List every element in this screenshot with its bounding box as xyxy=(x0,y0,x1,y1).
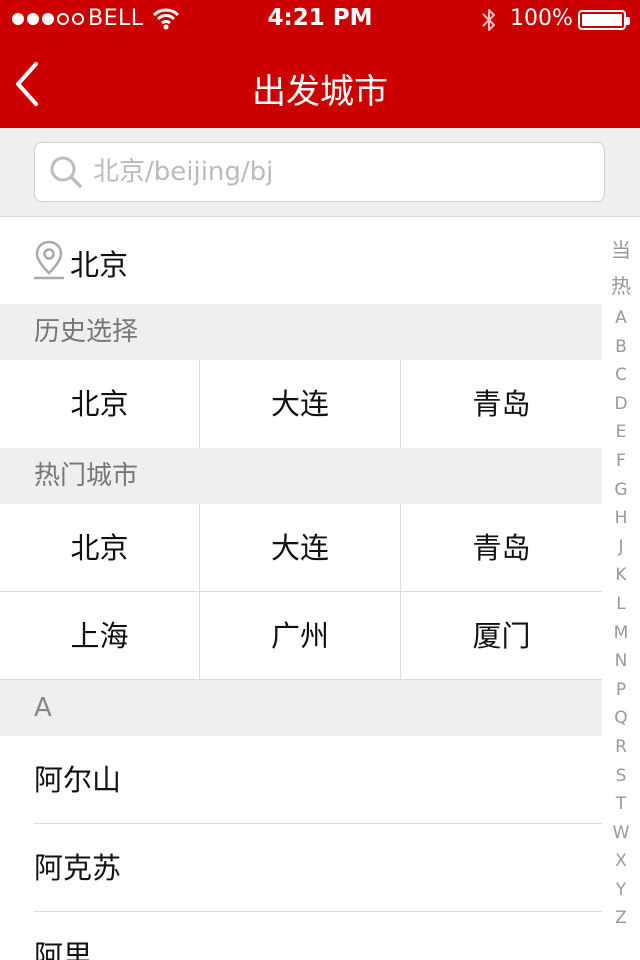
index-item[interactable]: T xyxy=(602,790,640,819)
history-city[interactable]: 青岛 xyxy=(401,360,602,448)
header: BELL 4:21 PM 100% 出发城市 xyxy=(0,0,640,128)
index-item[interactable]: C xyxy=(602,361,640,390)
history-section-title: 历史选择 xyxy=(0,304,602,360)
battery-icon xyxy=(578,10,630,30)
hot-city[interactable]: 北京 xyxy=(0,504,200,592)
section-letter-a: A xyxy=(0,680,602,736)
battery-percentage: 100% xyxy=(510,6,573,31)
location-pin-icon xyxy=(32,238,66,284)
current-city-label: 北京 xyxy=(70,248,129,282)
search-box[interactable] xyxy=(34,142,605,202)
hot-city[interactable]: 青岛 xyxy=(401,504,602,592)
alphabet-index-bar[interactable]: 当 热 A B C D E F G H J K L M N P Q R S T … xyxy=(602,232,640,942)
index-item[interactable]: B xyxy=(602,333,640,362)
hot-city[interactable]: 广州 xyxy=(200,592,401,680)
index-item[interactable]: Q xyxy=(602,704,640,733)
index-item[interactable]: W xyxy=(602,819,640,848)
hot-city[interactable]: 厦门 xyxy=(401,592,602,680)
city-list-item[interactable]: 阿尔山 xyxy=(0,736,602,824)
current-location-row[interactable]: 北京 xyxy=(0,218,602,304)
index-item[interactable]: G xyxy=(602,476,640,505)
index-item[interactable]: M xyxy=(602,619,640,648)
navigation-bar: 出发城市 xyxy=(0,40,640,128)
index-item[interactable]: D xyxy=(602,390,640,419)
index-item[interactable]: Y xyxy=(602,876,640,905)
city-list[interactable]: 北京 历史选择 北京 大连 青岛 热门城市 北京 大连 青岛 上海 广州 厦门 … xyxy=(0,218,602,960)
index-item[interactable]: Z xyxy=(602,904,640,933)
status-bar: BELL 4:21 PM 100% xyxy=(0,0,640,40)
city-list-item[interactable]: 阿克苏 xyxy=(0,824,602,912)
search-icon xyxy=(49,155,83,193)
history-city-grid: 北京 大连 青岛 xyxy=(0,360,602,448)
search-input[interactable] xyxy=(93,153,593,191)
index-item[interactable]: F xyxy=(602,447,640,476)
index-item[interactable]: P xyxy=(602,676,640,705)
index-item[interactable]: J xyxy=(602,533,640,562)
hot-city-grid: 北京 大连 青岛 上海 广州 厦门 xyxy=(0,504,602,680)
hot-section-title: 热门城市 xyxy=(0,448,602,504)
index-item[interactable]: X xyxy=(602,847,640,876)
history-city[interactable]: 北京 xyxy=(0,360,200,448)
index-item[interactable]: S xyxy=(602,762,640,791)
history-city[interactable]: 大连 xyxy=(200,360,401,448)
index-item[interactable]: R xyxy=(602,733,640,762)
index-item[interactable]: L xyxy=(602,590,640,619)
page-title: 出发城市 xyxy=(252,72,388,112)
index-item[interactable]: E xyxy=(602,418,640,447)
bluetooth-icon xyxy=(480,6,498,38)
index-item[interactable]: 当 xyxy=(602,232,640,268)
city-list-item[interactable]: 阿里 xyxy=(0,912,602,960)
index-item[interactable]: H xyxy=(602,504,640,533)
hot-city[interactable]: 大连 xyxy=(200,504,401,592)
search-area xyxy=(0,128,640,217)
index-item[interactable]: K xyxy=(602,561,640,590)
index-item[interactable]: A xyxy=(602,304,640,333)
index-item[interactable]: 热 xyxy=(602,268,640,304)
index-item[interactable]: N xyxy=(602,647,640,676)
hot-city[interactable]: 上海 xyxy=(0,592,200,680)
